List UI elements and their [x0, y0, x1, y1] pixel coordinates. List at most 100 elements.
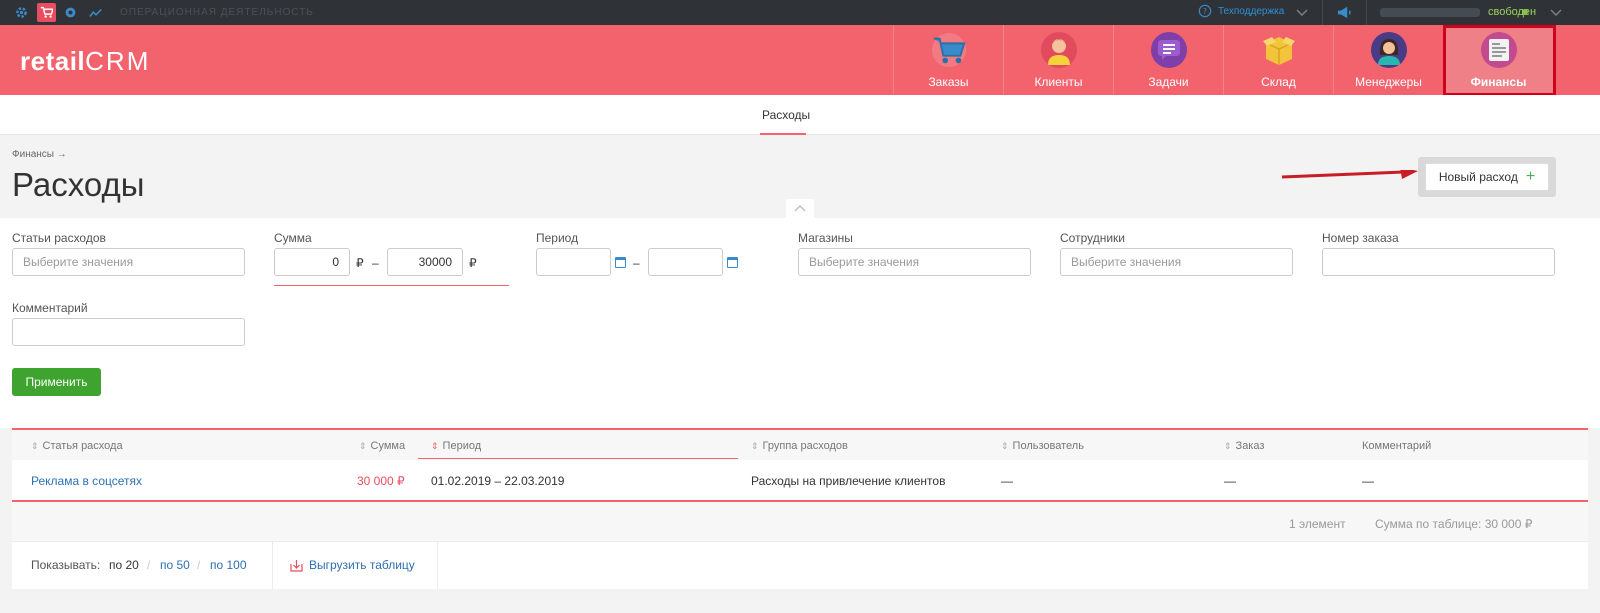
per-page-50[interactable]: по 50	[160, 558, 190, 572]
tab-expenses[interactable]: Расходы	[762, 108, 810, 122]
divider	[1322, 0, 1323, 25]
calendar-icon[interactable]	[615, 257, 626, 268]
svg-text:?: ?	[1203, 7, 1207, 16]
show-label: Показывать:	[31, 558, 101, 572]
tab-underline	[760, 133, 806, 135]
cell-expense-item[interactable]: Реклама в соцсетях	[31, 474, 142, 488]
order-number-label: Номер заказа	[1322, 231, 1399, 245]
cell-period: 01.02.2019 – 22.03.2019	[431, 474, 565, 488]
column-header: Комментарий	[1362, 440, 1432, 452]
manager-avatar-icon	[1370, 32, 1407, 68]
column-header[interactable]: ⇕ Период	[431, 440, 481, 452]
per-page-100[interactable]: по 100	[210, 558, 247, 572]
comment-label: Комментарий	[12, 301, 88, 315]
chevron-down-icon[interactable]	[1294, 5, 1309, 20]
table-total: Сумма по таблице: 30 000 ₽	[1375, 517, 1533, 531]
cart-icon[interactable]	[37, 3, 56, 22]
range-dash: –	[372, 256, 379, 270]
sort-underline	[418, 458, 738, 459]
expense-items-select[interactable]: Выберите значения	[12, 248, 245, 276]
breadcrumb[interactable]: Финансы →	[12, 149, 67, 160]
sort-icon: ⇕	[359, 441, 367, 451]
employees-select[interactable]: Выберите значения	[1060, 248, 1293, 276]
currency-icon: ₽	[469, 256, 477, 270]
nav-clients[interactable]: Клиенты	[1003, 25, 1113, 95]
divider	[1366, 0, 1367, 25]
highlight-frame	[1443, 25, 1556, 96]
sort-icon: ⇕	[31, 441, 39, 451]
nav-warehouse[interactable]: Склад	[1223, 25, 1333, 95]
per-page-20[interactable]: по 20	[109, 558, 139, 572]
sum-label: Сумма	[274, 231, 312, 245]
table-footer	[12, 541, 1588, 589]
calendar-icon[interactable]	[727, 257, 738, 268]
cart-icon	[931, 32, 967, 68]
analytics-icon[interactable]	[88, 5, 103, 20]
new-expense-button[interactable]: Новый расход +	[1425, 163, 1549, 191]
nav-managers[interactable]: Менеджеры	[1333, 25, 1443, 95]
period-to-input[interactable]	[648, 248, 723, 276]
comment-input[interactable]	[12, 318, 245, 346]
column-header[interactable]: ⇕ Пользователь	[1001, 440, 1084, 452]
period-from-input[interactable]	[536, 248, 611, 276]
divider	[437, 542, 438, 589]
sort-icon: ⇕	[1001, 441, 1009, 451]
plus-icon: +	[1525, 168, 1536, 185]
nav-tasks-label: Задачи	[1148, 75, 1189, 89]
retailcrm-logo[interactable]: retailCRM	[20, 46, 150, 77]
currency-icon: ₽	[356, 256, 364, 270]
pointer-arrow	[1281, 170, 1418, 179]
chevron-down-icon[interactable]	[1548, 5, 1563, 20]
new-expense-label: Новый расход	[1438, 170, 1518, 184]
column-header[interactable]: ⇕ Сумма	[359, 440, 405, 452]
support-menu[interactable]: ? Техподдержка	[1198, 4, 1284, 18]
shops-select[interactable]: Выберите значения	[798, 248, 1031, 276]
shops-label: Магазины	[798, 231, 853, 245]
export-table-button[interactable]: Выгрузить таблицу	[290, 558, 415, 572]
export-label: Выгрузить таблицу	[309, 558, 415, 572]
employees-label: Сотрудники	[1060, 231, 1125, 245]
sum-to-input[interactable]: 30000	[387, 248, 463, 276]
column-header[interactable]: ⇕ Статья расхода	[31, 440, 123, 452]
cell-order: —	[1224, 474, 1236, 488]
sum-underline	[274, 285, 509, 286]
help-icon: ?	[1198, 4, 1212, 18]
row-count: 1 элемент	[1289, 517, 1346, 531]
gear-icon[interactable]	[63, 5, 78, 20]
nav-tasks[interactable]: Задачи	[1113, 25, 1223, 95]
download-icon	[290, 559, 303, 572]
cell-comment: —	[1362, 474, 1374, 488]
cell-user: —	[1001, 474, 1013, 488]
user-status[interactable]: свободен	[1488, 6, 1536, 18]
expense-items-label: Статьи расходов	[12, 231, 106, 245]
settings-icon[interactable]	[14, 5, 29, 20]
sum-from-input[interactable]: 0	[274, 248, 350, 276]
sort-icon: ⇕	[1224, 441, 1232, 451]
nav-managers-label: Менеджеры	[1355, 75, 1422, 89]
client-avatar-icon	[1040, 32, 1077, 68]
status-dot	[1522, 9, 1528, 15]
tasks-icon	[1150, 32, 1187, 68]
sort-icon: ⇕	[431, 441, 439, 451]
cell-group: Расходы на привлечение клиентов	[751, 474, 946, 488]
divider	[272, 542, 273, 589]
column-header[interactable]: ⇕ Заказ	[1224, 440, 1264, 452]
box-icon	[1261, 32, 1297, 68]
top-bar: ОПЕРАЦИОННАЯ ДЕЯТЕЛЬНОСТЬ ? Техподдержка…	[0, 0, 1600, 25]
section-label: ОПЕРАЦИОННАЯ ДЕЯТЕЛЬНОСТЬ	[120, 7, 314, 18]
apply-button[interactable]: Применить	[12, 368, 101, 396]
order-number-input[interactable]	[1322, 248, 1555, 276]
separator: /	[147, 558, 151, 572]
sub-navigation: Расходы	[0, 95, 1600, 135]
support-label: Техподдержка	[1218, 5, 1285, 17]
nav-clients-label: Клиенты	[1034, 75, 1083, 89]
sort-icon: ⇕	[751, 441, 759, 451]
nav-orders[interactable]: Заказы	[893, 25, 1003, 95]
user-name[interactable]	[1380, 8, 1480, 17]
cell-sum: 30 000 ₽	[357, 474, 405, 488]
page-title: Расходы	[12, 166, 145, 203]
collapse-filters-button[interactable]	[786, 199, 814, 218]
column-header[interactable]: ⇕ Группа расходов	[751, 440, 848, 452]
chevron-up-icon	[794, 205, 806, 212]
megaphone-icon[interactable]	[1336, 5, 1351, 20]
